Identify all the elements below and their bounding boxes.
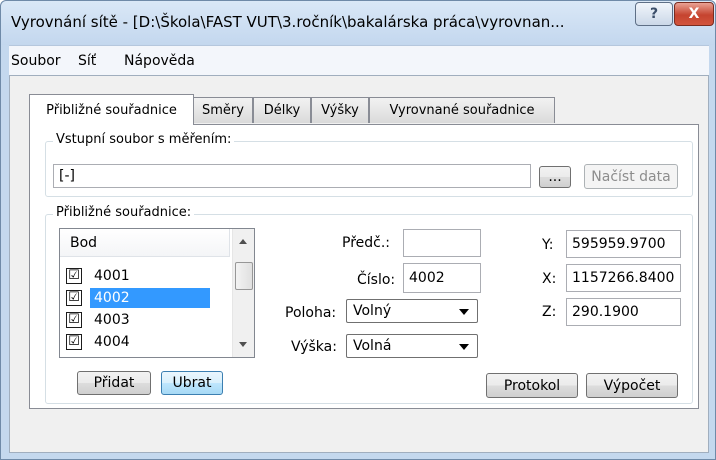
chevron-down-icon: [459, 309, 469, 315]
menu-item-napoveda[interactable]: Nápověda: [124, 53, 195, 69]
tab-delky[interactable]: Délky: [253, 97, 311, 123]
vyska-value: Volná: [353, 338, 392, 354]
chevron-down-icon: [459, 344, 469, 350]
cislo-label: Číslo:: [357, 272, 396, 288]
checkbox[interactable]: ☑: [66, 268, 82, 284]
list-header-bod[interactable]: Bod: [60, 229, 230, 257]
protokol-button[interactable]: Protokol: [486, 373, 578, 398]
menu-item-sit[interactable]: Síť: [78, 53, 96, 69]
close-button[interactable]: X: [674, 2, 714, 26]
vypocet-button[interactable]: Výpočet: [586, 373, 678, 398]
load-data-button[interactable]: Načíst data: [584, 164, 678, 189]
y-input[interactable]: 595959.9700: [566, 230, 681, 258]
checkbox[interactable]: ☑: [66, 290, 82, 306]
menu-item-soubor[interactable]: Soubor: [11, 53, 61, 69]
scroll-down-icon[interactable]: [239, 342, 247, 347]
x-input[interactable]: 1157266.8400: [566, 264, 681, 292]
poloha-label: Poloha:: [285, 305, 337, 321]
predc-label: Předč.:: [342, 235, 391, 251]
help-button[interactable]: ?: [635, 2, 673, 26]
list-item[interactable]: ☑ 4004: [64, 331, 230, 357]
scroll-thumb[interactable]: [235, 262, 253, 290]
title-bar[interactable]: Vyrovnání sítě - [D:\Škola\FAST VUT\3.ro…: [1, 1, 715, 45]
list-item-label: 4004: [94, 334, 130, 350]
poloha-value: Volný: [353, 303, 392, 319]
z-label: Z:: [542, 304, 557, 320]
list-item-label: 4002: [90, 288, 210, 308]
vyska-select[interactable]: Volná: [346, 334, 478, 358]
input-file-group-label: Vstupní soubor s měřením:: [53, 132, 235, 147]
cislo-input[interactable]: 4002: [403, 263, 481, 293]
application-window: Vyrovnání sítě - [D:\Škola\FAST VUT\3.ro…: [0, 0, 716, 460]
remove-button[interactable]: Ubrat: [161, 371, 223, 395]
checkbox[interactable]: ☑: [66, 312, 82, 328]
list-item-label: 4003: [94, 312, 130, 328]
add-button[interactable]: Přidat: [77, 371, 151, 395]
predc-input[interactable]: [403, 229, 481, 257]
vyska-label: Výška:: [291, 339, 337, 355]
coordinates-group-label: Přibližné souřadnice:: [53, 205, 195, 220]
y-label: Y:: [542, 237, 554, 253]
list-item[interactable]: ☑ 4003: [64, 309, 230, 331]
list-item[interactable]: ☑ 4001: [64, 265, 230, 287]
list-item-label: 4001: [94, 268, 130, 284]
list-scrollbar[interactable]: [232, 229, 254, 357]
scroll-up-icon[interactable]: [239, 239, 247, 244]
poloha-select[interactable]: Volný: [346, 299, 478, 323]
checkbox[interactable]: ☑: [66, 334, 82, 350]
tab-smery[interactable]: Směry: [193, 97, 253, 123]
list-item-selected[interactable]: ☑ 4002: [64, 287, 230, 309]
z-input[interactable]: 290.1900: [566, 298, 681, 326]
x-label: X:: [542, 271, 557, 287]
tab-priblizne-souradnice[interactable]: Přibližné souřadnice: [29, 94, 194, 125]
tab-vyrovnane-souradnice[interactable]: Vyrovnané souřadnice: [369, 97, 555, 123]
browse-button[interactable]: ...: [539, 166, 571, 188]
window-title: Vyrovnání sítě - [D:\Škola\FAST VUT\3.ro…: [11, 13, 565, 31]
file-path-input[interactable]: [-]: [53, 164, 531, 188]
points-list[interactable]: Bod ☑ 4001 ☑ 4002 ☑ 4003 ☑ 4004: [59, 228, 255, 358]
tab-vysky[interactable]: Výšky: [311, 97, 369, 123]
menu-bar: Soubor Síť Nápověda: [9, 45, 709, 75]
close-icon: X: [688, 6, 700, 22]
